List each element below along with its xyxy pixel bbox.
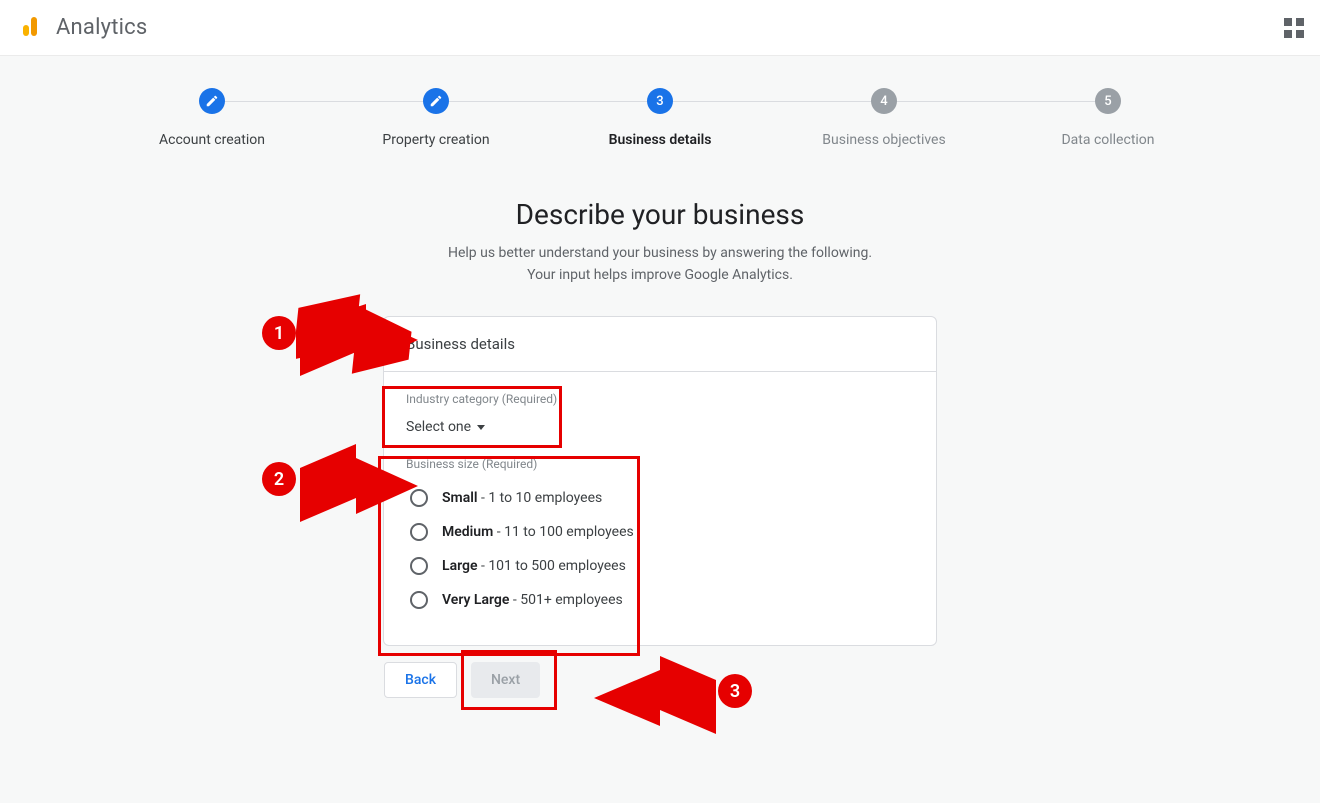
step-number: 5 [1095, 88, 1121, 114]
size-label: Business size (Required) [406, 457, 914, 471]
step-business-objectives: 4 Business objectives [772, 88, 996, 148]
top-bar: Analytics [0, 0, 1320, 56]
analytics-logo-icon [16, 13, 42, 43]
size-option-very-large[interactable]: Very Large - 501+ employees [406, 583, 914, 617]
size-radio-group: Small - 1 to 10 employees Medium - 11 to… [406, 481, 914, 617]
step-business-details[interactable]: 3 Business details [548, 88, 772, 148]
annotation-arrow-1-shape [296, 294, 420, 390]
size-option-desc: - 101 to 500 employees [478, 558, 626, 574]
annotation-arrow-2 [296, 440, 420, 536]
pencil-icon [423, 88, 449, 114]
annotation-number-1: 1 [262, 316, 296, 350]
step-data-collection: 5 Data collection [996, 88, 1220, 148]
size-option-small[interactable]: Small - 1 to 10 employees [406, 481, 914, 515]
step-label: Property creation [324, 132, 548, 148]
annotation-number-3: 3 [718, 674, 752, 708]
size-option-name: Medium [442, 524, 493, 540]
dropdown-caret-icon [477, 425, 485, 430]
step-number: 3 [647, 88, 673, 114]
subtitle-line: Help us better understand your business … [448, 245, 872, 261]
size-option-name: Very Large [442, 592, 509, 608]
subtitle-line: Your input helps improve Google Analytic… [527, 267, 793, 283]
size-option-large[interactable]: Large - 101 to 500 employees [406, 549, 914, 583]
pencil-icon [199, 88, 225, 114]
step-property-creation[interactable]: Property creation [324, 88, 548, 148]
size-option-medium[interactable]: Medium - 11 to 100 employees [406, 515, 914, 549]
card-title: Business details [384, 317, 936, 372]
page-content: Account creation Property creation 3 Bus… [0, 56, 1320, 803]
radio-icon [410, 591, 428, 609]
size-option-name: Small [442, 490, 478, 506]
next-button: Next [471, 662, 540, 698]
apps-grid-icon[interactable] [1284, 18, 1304, 38]
size-option-desc: - 501+ employees [509, 592, 622, 608]
stepper: Account creation Property creation 3 Bus… [100, 88, 1220, 148]
business-details-card: Business details Industry category (Requ… [383, 316, 937, 646]
step-label: Data collection [996, 132, 1220, 148]
industry-label: Industry category (Required) [406, 392, 914, 406]
industry-select[interactable]: Select one [406, 417, 485, 437]
size-option-desc: - 11 to 100 employees [493, 524, 633, 540]
heading-block: Describe your business Help us better un… [0, 198, 1320, 286]
size-option-desc: - 1 to 10 employees [478, 490, 603, 506]
step-account-creation[interactable]: Account creation [100, 88, 324, 148]
size-option-name: Large [442, 558, 478, 574]
annotation-number-2: 2 [262, 462, 296, 496]
brand: Analytics [16, 13, 147, 43]
back-button[interactable]: Back [384, 662, 457, 698]
industry-selected-text: Select one [406, 419, 471, 435]
page-subtitle: Help us better understand your business … [0, 243, 1320, 286]
page-title: Describe your business [0, 198, 1320, 231]
step-label: Account creation [100, 132, 324, 148]
step-number: 4 [871, 88, 897, 114]
product-name: Analytics [56, 15, 147, 40]
step-label: Business objectives [772, 132, 996, 148]
radio-icon [410, 557, 428, 575]
annotation-arrow-3 [590, 652, 720, 748]
step-label: Business details [548, 132, 772, 148]
